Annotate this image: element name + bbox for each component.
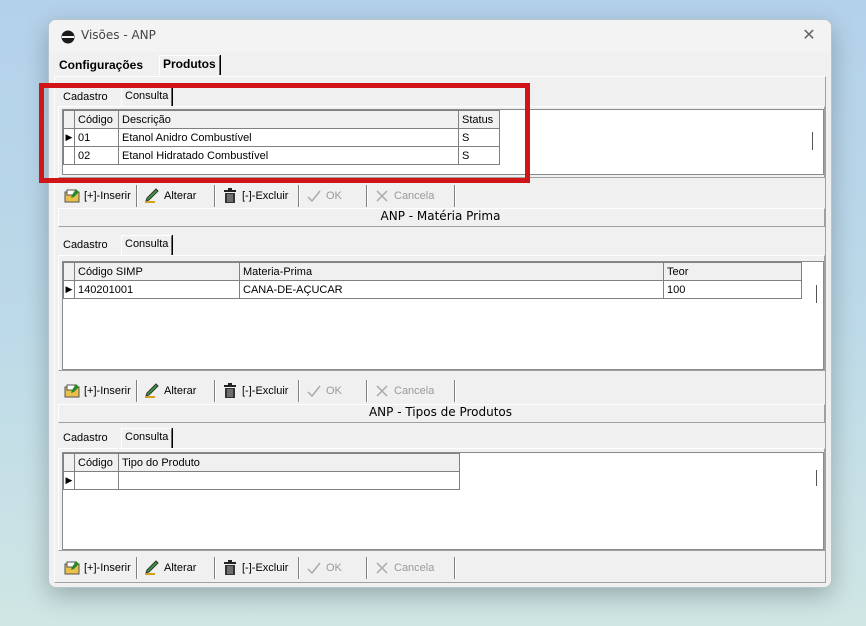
insert-label: [+]-Inserir bbox=[84, 385, 131, 397]
delete-button[interactable]: [-]-Excluir bbox=[216, 557, 299, 579]
check-icon bbox=[307, 562, 321, 575]
edit-button[interactable]: Alterar bbox=[138, 380, 215, 402]
delete-label: [-]-Excluir bbox=[242, 190, 289, 202]
cell-codigo-simp[interactable]: 140201001 bbox=[74, 280, 240, 299]
check-icon bbox=[307, 385, 321, 398]
ok-button[interactable]: OK bbox=[300, 185, 367, 207]
table-row[interactable]: ▶ 140201001 CANA-DE-AÇUCAR 100 bbox=[63, 280, 802, 299]
tipos-produtos-toolbar: [+]-Inserir Alterar [-]-Excluir OK Cance… bbox=[58, 557, 518, 581]
table-row[interactable]: ▶ bbox=[63, 471, 460, 490]
trash-icon bbox=[224, 560, 236, 576]
delete-label: [-]-Excluir bbox=[242, 562, 289, 574]
tab-cadastro[interactable]: Cadastro bbox=[60, 237, 111, 254]
materia-prima-toolbar: [+]-Inserir Alterar [-]-Excluir OK Cance… bbox=[58, 380, 518, 404]
tab-cadastro[interactable]: Cadastro bbox=[60, 430, 111, 447]
column-header-materia-prima[interactable]: Materia-Prima bbox=[239, 262, 664, 281]
materia-prima-grid[interactable]: Código SIMP Materia-Prima Teor ▶ 1402010… bbox=[62, 261, 824, 370]
scrollbar-thumb[interactable] bbox=[816, 470, 817, 486]
indicator-cell bbox=[63, 453, 75, 472]
cancel-icon bbox=[376, 562, 388, 574]
column-header-codigo-simp[interactable]: Código SIMP bbox=[74, 262, 240, 281]
materia-prima-subtabs: Cadastro Consulta bbox=[60, 235, 460, 256]
tab-consulta[interactable]: Consulta bbox=[121, 235, 173, 255]
tab-configuracoes[interactable]: Configurações bbox=[56, 57, 146, 74]
tab-produtos[interactable]: Produtos bbox=[159, 55, 220, 75]
edit-icon bbox=[145, 383, 159, 399]
insert-icon bbox=[64, 384, 80, 398]
delete-button[interactable]: [-]-Excluir bbox=[216, 185, 299, 207]
table-header-row: Código Tipo do Produto bbox=[63, 453, 460, 472]
cancel-label: Cancela bbox=[394, 562, 435, 574]
trash-icon bbox=[224, 188, 236, 204]
edit-icon bbox=[145, 188, 159, 204]
delete-button[interactable]: [-]-Excluir bbox=[216, 380, 299, 402]
cancel-icon bbox=[376, 190, 388, 202]
materia-prima-title: ANP - Matéria Prima bbox=[380, 209, 501, 223]
cell-codigo[interactable] bbox=[74, 471, 119, 490]
insert-label: [+]-Inserir bbox=[84, 562, 131, 574]
insert-icon bbox=[64, 561, 80, 575]
column-header-tipo-produto[interactable]: Tipo do Produto bbox=[118, 453, 460, 472]
insert-button[interactable]: [+]-Inserir bbox=[58, 380, 137, 402]
cell-teor[interactable]: 100 bbox=[663, 280, 802, 299]
edit-button[interactable]: Alterar bbox=[138, 557, 215, 579]
indicator-cell bbox=[63, 262, 75, 281]
tipos-produtos-subtabs: Cadastro Consulta bbox=[60, 428, 460, 449]
tipos-produtos-grid[interactable]: Código Tipo do Produto ▶ bbox=[62, 452, 824, 550]
app-icon bbox=[61, 30, 75, 44]
cancel-icon bbox=[376, 385, 388, 397]
current-row-indicator-icon: ▶ bbox=[63, 471, 75, 490]
trash-icon bbox=[224, 383, 236, 399]
ok-button[interactable]: OK bbox=[300, 557, 367, 579]
scrollbar-thumb[interactable] bbox=[816, 285, 817, 303]
edit-label: Alterar bbox=[164, 562, 197, 574]
insert-label: [+]-Inserir bbox=[84, 190, 131, 202]
column-header-teor[interactable]: Teor bbox=[663, 262, 802, 281]
delete-label: [-]-Excluir bbox=[242, 385, 289, 397]
insert-button[interactable]: [+]-Inserir bbox=[58, 185, 137, 207]
cancel-button[interactable]: Cancela bbox=[368, 185, 455, 207]
tab-consulta[interactable]: Consulta bbox=[121, 428, 173, 448]
scrollbar-thumb[interactable] bbox=[812, 132, 813, 150]
cancel-label: Cancela bbox=[394, 190, 435, 202]
ok-button[interactable]: OK bbox=[300, 380, 367, 402]
window-title: Visões - ANP bbox=[81, 28, 156, 42]
edit-label: Alterar bbox=[164, 190, 197, 202]
cancel-button[interactable]: Cancela bbox=[368, 557, 455, 579]
table-header-row: Código SIMP Materia-Prima Teor bbox=[63, 262, 802, 281]
highlight-box bbox=[39, 83, 530, 183]
edit-button[interactable]: Alterar bbox=[138, 185, 215, 207]
close-icon[interactable]: ✕ bbox=[799, 25, 819, 45]
main-tabstrip: Configurações Produtos bbox=[56, 55, 826, 77]
materia-prima-table: Código SIMP Materia-Prima Teor ▶ 1402010… bbox=[63, 262, 802, 299]
cell-tipo-produto[interactable] bbox=[118, 471, 460, 490]
produtos-toolbar: [+]-Inserir Alterar [-]-Excluir OK Cance… bbox=[58, 185, 518, 209]
current-row-indicator-icon: ▶ bbox=[63, 280, 75, 299]
cell-materia-prima[interactable]: CANA-DE-AÇUCAR bbox=[239, 280, 664, 299]
ok-label: OK bbox=[326, 562, 342, 574]
check-icon bbox=[307, 190, 321, 203]
cancel-button[interactable]: Cancela bbox=[368, 380, 455, 402]
title-bar: Visões - ANP ✕ bbox=[49, 20, 831, 52]
edit-label: Alterar bbox=[164, 385, 197, 397]
tipos-produtos-title: ANP - Tipos de Produtos bbox=[368, 405, 513, 419]
cancel-label: Cancela bbox=[394, 385, 435, 397]
ok-label: OK bbox=[326, 385, 342, 397]
insert-button[interactable]: [+]-Inserir bbox=[58, 557, 137, 579]
edit-icon bbox=[145, 560, 159, 576]
ok-label: OK bbox=[326, 190, 342, 202]
insert-icon bbox=[64, 189, 80, 203]
tipos-produtos-table: Código Tipo do Produto ▶ bbox=[63, 453, 460, 490]
column-header-codigo[interactable]: Código bbox=[74, 453, 119, 472]
